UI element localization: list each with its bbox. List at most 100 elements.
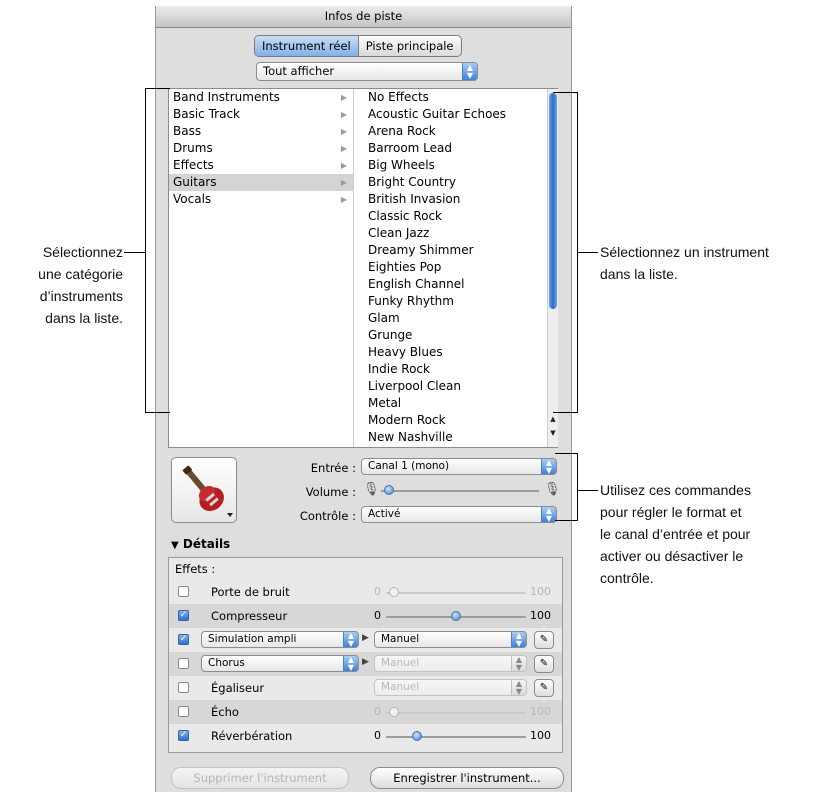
effect-row: Égaliseur Manuel ▲ ▼ ✎ [169, 676, 562, 700]
instrument-icon-button[interactable] [171, 457, 237, 523]
edit-pencil-icon[interactable]: ✎ [534, 631, 554, 649]
effect-checkbox[interactable] [178, 706, 189, 717]
window-title: Infos de piste [156, 6, 571, 28]
electric-guitar-icon [182, 465, 233, 517]
slider-max-label: 100 [530, 609, 551, 622]
effect-slider-track[interactable] [386, 712, 526, 714]
annotation-right-top-bracket [553, 92, 578, 413]
instrument-item[interactable]: Arena Rock [364, 123, 546, 140]
category-item[interactable]: Basic Track ▶ [169, 106, 353, 123]
effect-row: Écho 0 100 [169, 700, 562, 724]
mic-low-icon: 🎙 [363, 482, 380, 497]
input-channel-popup[interactable]: Canal 1 (mono) ▲ ▼ [361, 458, 557, 475]
save-instrument-button[interactable]: Enregistrer l'instrument... [370, 767, 564, 789]
category-label: Vocals [173, 192, 212, 206]
track-type-segmented-control[interactable]: Instrument réel Piste principale [254, 35, 462, 57]
effect-slider-knob[interactable] [388, 587, 399, 597]
effect-slider-knob[interactable] [412, 731, 422, 741]
annotation-left-leader [124, 252, 145, 253]
slider-min-label: 0 [374, 609, 381, 622]
instrument-item[interactable]: No Effects [364, 89, 546, 106]
instrument-item[interactable]: Classic Rock [364, 208, 546, 225]
effect-row: ✓ Compresseur 0 100 [169, 604, 562, 628]
effect-slider-track[interactable] [386, 592, 526, 594]
segment-master-track[interactable]: Piste principale [359, 36, 461, 56]
edit-pencil-icon[interactable]: ✎ [534, 655, 554, 673]
instrument-item[interactable]: New Nashville [364, 429, 546, 446]
disclosure-triangle-icon: ▼ [171, 540, 179, 551]
scroll-down-arrow-icon[interactable]: ▼ [549, 429, 557, 437]
effect-row: Chorus ▲ ▼ ▶ Manuel ▲ ▼ ✎ [169, 652, 562, 676]
instrument-item[interactable]: British Invasion [364, 191, 546, 208]
category-item[interactable]: Drums ▶ [169, 140, 353, 157]
edit-pencil-icon[interactable]: ✎ [534, 679, 554, 697]
effect-preset-popup[interactable]: Manuel ▲ ▼ [374, 631, 527, 648]
effect-slider-knob[interactable] [451, 611, 461, 621]
delete-instrument-button[interactable]: Supprimer l'instrument [171, 767, 349, 789]
annotation-left: Sélectionnez une catégorie d’instruments… [38, 244, 123, 326]
effect-type-popup[interactable]: Chorus ▲ ▼ [201, 655, 359, 672]
effect-checkbox[interactable] [178, 682, 189, 693]
category-label: Basic Track [173, 107, 240, 121]
category-label: Effects [173, 158, 214, 172]
category-item[interactable]: Effects ▶ [169, 157, 353, 174]
scroll-up-arrow-icon[interactable]: ▲ [549, 415, 557, 423]
category-item[interactable]: Band Instruments ▶ [169, 89, 353, 106]
category-item[interactable]: Guitars ▶ [169, 174, 353, 191]
effect-checkbox[interactable]: ✓ [178, 730, 189, 741]
filter-popup[interactable]: Tout afficher ▲ ▼ [256, 62, 478, 81]
effect-row: ✓ Simulation ampli ▲ ▼ ▶ Manuel ▲ ▼ ✎ [169, 628, 562, 652]
instrument-item[interactable]: Clean Jazz [364, 225, 546, 242]
submenu-arrow-icon: ▶ [340, 110, 347, 119]
instrument-item[interactable]: Eighties Pop [364, 259, 546, 276]
instrument-item[interactable]: Indie Rock [364, 361, 546, 378]
effect-preset-value: Manuel [381, 633, 420, 645]
category-item[interactable]: Vocals ▶ [169, 191, 353, 208]
instrument-item[interactable]: Metal [364, 395, 546, 412]
volume-slider[interactable] [381, 480, 539, 502]
instrument-item[interactable]: Barroom Lead [364, 140, 546, 157]
popup-arrows-icon: ▲ ▼ [462, 63, 477, 80]
effect-slider-knob[interactable] [388, 707, 399, 717]
instrument-item[interactable]: Dreamy Shimmer [364, 242, 546, 259]
annotation-right-bottom: Utilisez ces commandes pour régler le fo… [600, 482, 751, 586]
instrument-item[interactable]: Modern Rock [364, 412, 546, 429]
category-item[interactable]: Bass ▶ [169, 123, 353, 140]
effect-preset-value: Manuel [381, 681, 420, 693]
instrument-item[interactable]: Acoustic Guitar Echoes [364, 106, 546, 123]
effect-slider-track[interactable] [386, 736, 526, 738]
slider-max-label: 100 [530, 585, 551, 598]
instrument-item[interactable]: Glam [364, 310, 546, 327]
submenu-arrow-icon: ▶ [340, 93, 347, 102]
effect-checkbox[interactable] [178, 586, 189, 597]
effect-checkbox[interactable] [178, 658, 189, 669]
slider-min-label: 0 [374, 585, 381, 598]
category-list[interactable]: Band Instruments ▶ Basic Track ▶ Bass ▶ Drums ▶… [169, 89, 354, 447]
volume-slider-knob[interactable] [383, 485, 394, 495]
instrument-item[interactable]: Liverpool Clean [364, 378, 546, 395]
effect-row: ✓ Réverbération 0 100 [169, 724, 562, 748]
details-disclosure[interactable]: ▼ Détails [171, 537, 230, 551]
submenu-arrow-icon: ▶ [340, 127, 347, 136]
effect-expand-arrow-icon[interactable]: ▶ [362, 633, 369, 643]
effect-preset-popup[interactable]: Manuel ▲ ▼ [374, 679, 527, 696]
instrument-list[interactable]: No Effects Acoustic Guitar Echoes Arena Ro… [364, 89, 546, 447]
effect-row: Porte de bruit 0 100 [169, 580, 562, 604]
instrument-item[interactable]: Big Wheels [364, 157, 546, 174]
instrument-item[interactable]: Bright Country [364, 174, 546, 191]
instrument-item[interactable]: English Channel [364, 276, 546, 293]
effect-type-popup[interactable]: Simulation ampli ▲ ▼ [201, 631, 359, 648]
segment-real-instrument[interactable]: Instrument réel [255, 36, 359, 56]
instrument-item[interactable]: Heavy Blues [364, 344, 546, 361]
category-label: Band Instruments [173, 90, 280, 104]
effects-panel: Effets : Porte de bruit 0 100 ✓ Compresseur 0… [168, 557, 563, 753]
effects-label: Effets : [175, 562, 216, 576]
instrument-item[interactable]: Grunge [364, 327, 546, 344]
instrument-item[interactable]: Funky Rhythm [364, 293, 546, 310]
monitor-popup[interactable]: Activé ▲ ▼ [361, 506, 557, 523]
effect-expand-arrow-icon[interactable]: ▶ [362, 657, 369, 667]
effect-checkbox[interactable]: ✓ [178, 634, 189, 645]
effect-preset-popup[interactable]: Manuel ▲ ▼ [374, 655, 527, 672]
volume-control: 🎙 🎙 [361, 480, 561, 502]
effect-checkbox[interactable]: ✓ [178, 610, 189, 621]
